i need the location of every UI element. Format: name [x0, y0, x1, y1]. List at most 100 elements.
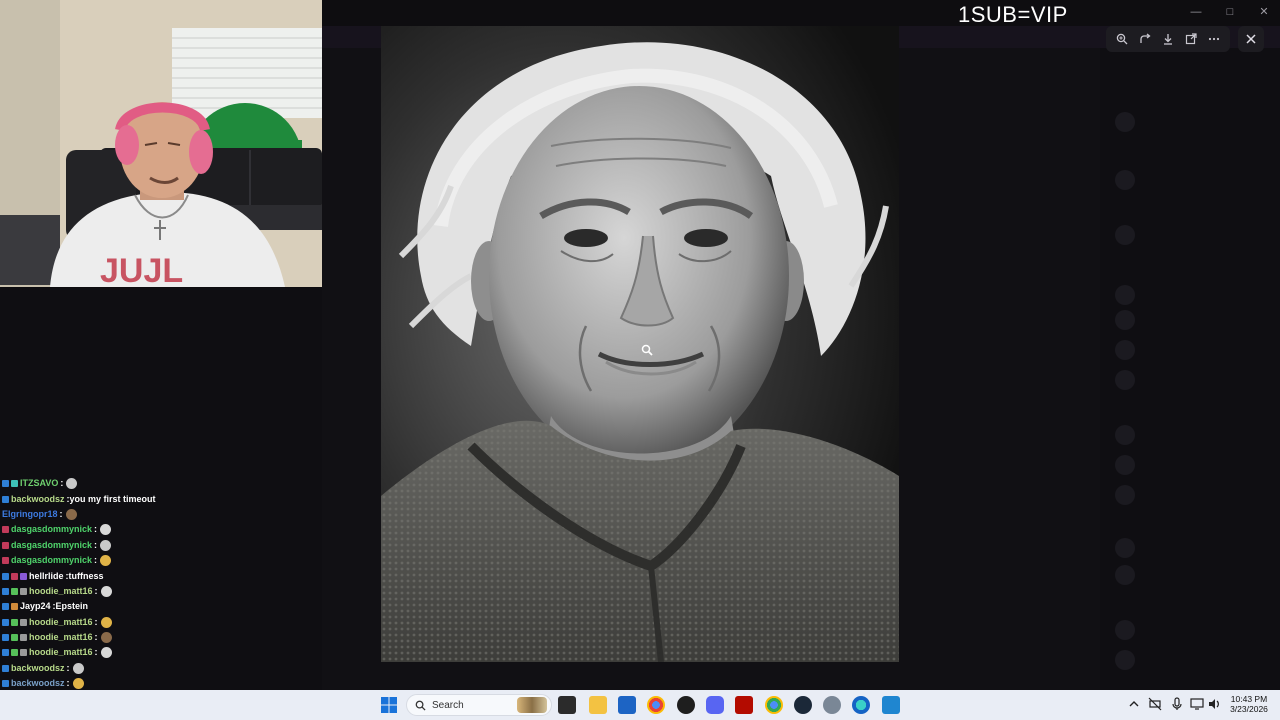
member-avatar	[1115, 620, 1135, 640]
chat-separator: :	[66, 662, 70, 673]
chat-separator: :	[94, 616, 98, 627]
viewer-photo[interactable]	[381, 26, 899, 662]
chat-badge-icon	[20, 634, 27, 642]
chat-badge-icon	[11, 618, 18, 626]
chat-username[interactable]: hoodie_matt16	[29, 584, 93, 599]
member-avatar	[1115, 112, 1135, 132]
open-external-icon[interactable]	[1182, 30, 1200, 48]
chat-username[interactable]: dasgasdommynick	[11, 522, 92, 537]
obs-icon[interactable]	[677, 696, 695, 714]
discord-icon[interactable]	[706, 696, 724, 714]
webcam-overlay: JUJL	[0, 0, 322, 287]
window-close-icon[interactable]: ✕	[1256, 4, 1272, 20]
chat-badge-icon	[20, 587, 27, 595]
steam-icon[interactable]	[794, 696, 812, 714]
maximize-icon[interactable]: □	[1222, 4, 1238, 20]
member-avatar	[1115, 485, 1135, 505]
member-avatar	[1115, 425, 1135, 445]
chat-badge-icon	[2, 618, 9, 626]
chat-separator: :	[94, 524, 98, 535]
settings-icon[interactable]	[823, 696, 841, 714]
chat-username[interactable]: Jayp24	[20, 599, 51, 614]
chat-message: Jayp24 : Epstein	[2, 599, 302, 614]
chat-emote-icon	[100, 647, 112, 659]
task-view-icon[interactable]	[558, 696, 576, 714]
chat-username[interactable]: ITZSAVO	[20, 476, 58, 491]
chat-separator: :	[94, 539, 98, 550]
chat-message: Elgringopr18 :	[2, 507, 302, 522]
chat-username[interactable]: Elgringopr18	[2, 507, 58, 522]
member-avatar	[1115, 650, 1135, 670]
chat-emote-icon	[100, 616, 112, 628]
desktop-screen: 1SUB=VIP — □ ✕ JUJL ITZSAVO: backwoodsz…	[0, 0, 1280, 720]
chat-message: backwoodsz :	[2, 661, 302, 676]
background-title-bar	[322, 0, 1280, 26]
display-icon[interactable]	[1190, 697, 1204, 711]
rotate-icon[interactable]	[1136, 30, 1154, 48]
chat-username[interactable]: hoodie_matt16	[29, 615, 93, 630]
chat-badge-icon	[11, 649, 18, 657]
chat-separator: :	[94, 585, 98, 596]
download-icon[interactable]	[1159, 30, 1177, 48]
member-avatar	[1115, 538, 1135, 558]
window-controls: — □ ✕	[1188, 4, 1272, 20]
chat-message: dasgasdommynick :	[2, 538, 302, 553]
chat-separator: :	[94, 647, 98, 658]
edge-icon[interactable]	[852, 696, 870, 714]
chat-separator: :	[59, 508, 63, 519]
chat-username[interactable]: dasgasdommynick	[11, 538, 92, 553]
volume-icon[interactable]	[1207, 697, 1221, 711]
minimize-icon[interactable]: —	[1188, 4, 1204, 20]
store-icon[interactable]	[618, 696, 636, 714]
chat-message: hoodie_matt16 :	[2, 645, 302, 660]
search-highlight-image	[517, 697, 547, 713]
member-avatar	[1115, 565, 1135, 585]
chat-text: tuffness	[68, 570, 104, 581]
more-icon[interactable]	[1205, 30, 1223, 48]
chat-badge-icon	[2, 634, 9, 642]
stream-chat: ITZSAVO : backwoodsz : you my first time…	[2, 476, 302, 707]
chat-username[interactable]: backwoodsz	[11, 492, 65, 507]
chat-emote-icon	[100, 555, 112, 567]
network-off-icon[interactable]	[1148, 697, 1162, 711]
chat-username[interactable]: dasgasdommynick	[11, 553, 92, 568]
chat-message: dasgasdommynick :	[2, 522, 302, 537]
chat-username[interactable]: hellrlide	[29, 569, 64, 584]
member-avatar	[1115, 310, 1135, 330]
chevron-up-icon[interactable]	[1127, 697, 1141, 711]
microphone-icon[interactable]	[1170, 697, 1184, 711]
member-avatar	[1115, 170, 1135, 190]
chat-username[interactable]: hoodie_matt16	[29, 630, 93, 645]
chat-badge-icon	[2, 587, 9, 595]
photos-icon[interactable]	[882, 696, 900, 714]
clock-date: 3/23/2026	[1230, 704, 1268, 714]
chat-badge-icon	[11, 572, 18, 580]
taskbar-clock[interactable]: 10:43 PM 3/23/2026	[1226, 694, 1272, 714]
file-explorer-icon[interactable]	[589, 696, 607, 714]
chat-message: hoodie_matt16 :	[2, 615, 302, 630]
chat-username[interactable]: hoodie_matt16	[29, 645, 93, 660]
close-viewer-button[interactable]	[1238, 26, 1264, 52]
chat-emote-icon	[100, 585, 112, 597]
chrome-icon[interactable]	[647, 696, 665, 714]
windows-start-icon[interactable]	[381, 697, 397, 713]
portrait-photo	[381, 26, 899, 662]
member-avatar	[1115, 370, 1135, 390]
windows-taskbar	[0, 690, 1280, 720]
zoom-in-icon[interactable]	[1113, 30, 1131, 48]
chat-message: hellrlide : tuffness	[2, 568, 302, 583]
chat-separator: :	[60, 478, 64, 489]
sub-vip-overlay-text: 1SUB=VIP	[958, 2, 1068, 27]
chat-message: backwoodsz : you my first timeout	[2, 491, 302, 506]
chat-username[interactable]: backwoodsz	[11, 661, 65, 676]
chat-badge-icon	[20, 572, 27, 580]
chat-message: hoodie_matt16 :	[2, 630, 302, 645]
chrome-profile-icon[interactable]	[765, 696, 783, 714]
chat-text: Epstein	[55, 601, 89, 612]
chat-badge-icon	[2, 572, 9, 580]
chat-badge-icon	[11, 603, 18, 611]
chat-message: hoodie_matt16 :	[2, 584, 302, 599]
acrobat-icon[interactable]	[735, 696, 753, 714]
chat-emote-icon	[72, 662, 84, 674]
taskbar-search[interactable]: Search	[406, 694, 552, 716]
